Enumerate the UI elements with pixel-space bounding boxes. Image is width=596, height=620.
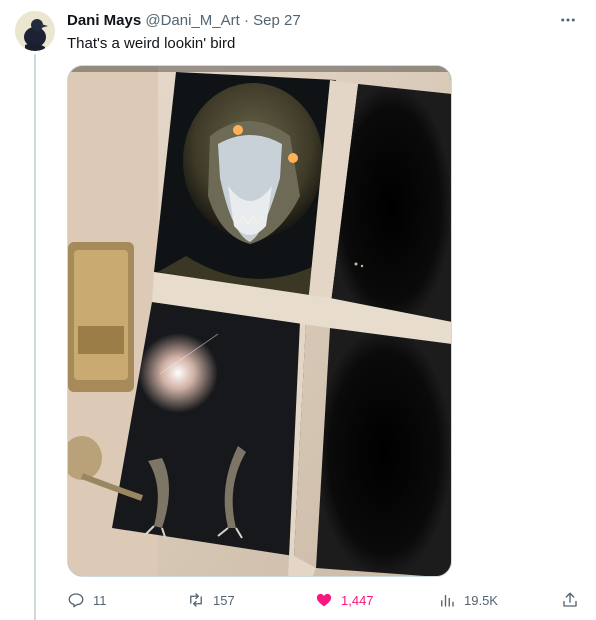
separator-dot: · — [243, 12, 249, 29]
share-button[interactable] — [561, 588, 579, 612]
avatar[interactable] — [15, 11, 55, 51]
retweet-icon — [190, 593, 202, 607]
tweet-image[interactable] — [67, 65, 452, 577]
tweet-actions: 11 157 1,447 19.5K — [67, 588, 583, 612]
reply-button[interactable]: 11 — [67, 588, 107, 612]
thread-line — [34, 54, 36, 620]
views-icon — [441, 594, 454, 607]
tweet-text: That's a weird lookin' bird — [67, 35, 236, 52]
heart-icon — [316, 593, 332, 607]
like-button[interactable]: 1,447 — [315, 588, 374, 612]
reply-icon — [68, 593, 84, 608]
retweet-button[interactable]: 157 — [187, 588, 235, 612]
share-icon — [563, 592, 577, 607]
more-options-button[interactable] — [556, 10, 580, 30]
more-icon — [561, 18, 575, 22]
tweet-header: Dani Mays @Dani_M_Art · Sep 27 — [67, 11, 301, 31]
views-button[interactable]: 19.5K — [438, 588, 498, 612]
reply-count: 11 — [93, 592, 107, 608]
views-count: 19.5K — [464, 592, 498, 608]
retweet-count: 157 — [213, 592, 235, 608]
author-handle[interactable]: @Dani_M_Art — [145, 12, 239, 29]
like-count: 1,447 — [341, 592, 374, 608]
author-name[interactable]: Dani Mays — [67, 12, 141, 29]
tweet-date[interactable]: Sep 27 — [253, 12, 301, 29]
